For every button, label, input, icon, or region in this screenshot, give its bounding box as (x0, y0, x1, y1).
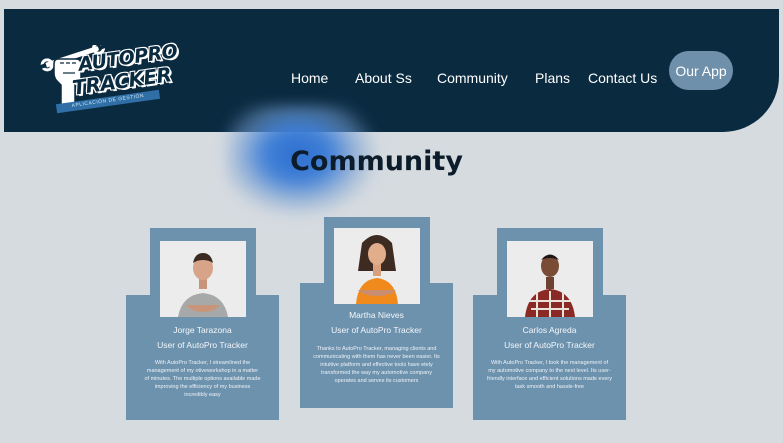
nav-home[interactable]: Home (291, 70, 328, 86)
autopro-tracker-logo[interactable]: AUTOPRO TRACKER APLICACIÓN DE GESTIÓN (38, 40, 179, 117)
person-icon (507, 241, 593, 317)
testimonial-name: Carlos Agreda (522, 325, 577, 335)
testimonial-quote: With AutoPro Tracker, I streamlined the … (144, 360, 261, 398)
page-title: Community (290, 146, 463, 177)
testimonial-role: User of AutoPro Tracker (331, 325, 422, 335)
testimonial-quote: Thanks to AutoPro Tracker, managing clie… (313, 346, 440, 384)
testimonial-role: User of AutoPro Tracker (157, 340, 248, 350)
nav-community[interactable]: Community (437, 70, 508, 86)
our-app-button[interactable]: Our App (669, 51, 733, 90)
person-icon (160, 241, 246, 317)
nav-about[interactable]: About Ss (355, 70, 412, 86)
testimonial-name: Martha Nieves (349, 310, 404, 320)
nav-plans[interactable]: Plans (535, 70, 570, 86)
person-icon (334, 228, 420, 304)
testimonial-quote: With AutoPro Tracker, I took the managem… (487, 360, 612, 390)
avatar (507, 241, 593, 317)
avatar (334, 228, 420, 304)
testimonial-name: Jorge Tarazona (173, 325, 232, 335)
testimonial-role: User of AutoPro Tracker (504, 340, 595, 350)
nav-contact[interactable]: Contact Us (588, 70, 657, 86)
avatar (160, 241, 246, 317)
site-header: AUTOPRO TRACKER APLICACIÓN DE GESTIÓN Ho… (4, 9, 779, 132)
